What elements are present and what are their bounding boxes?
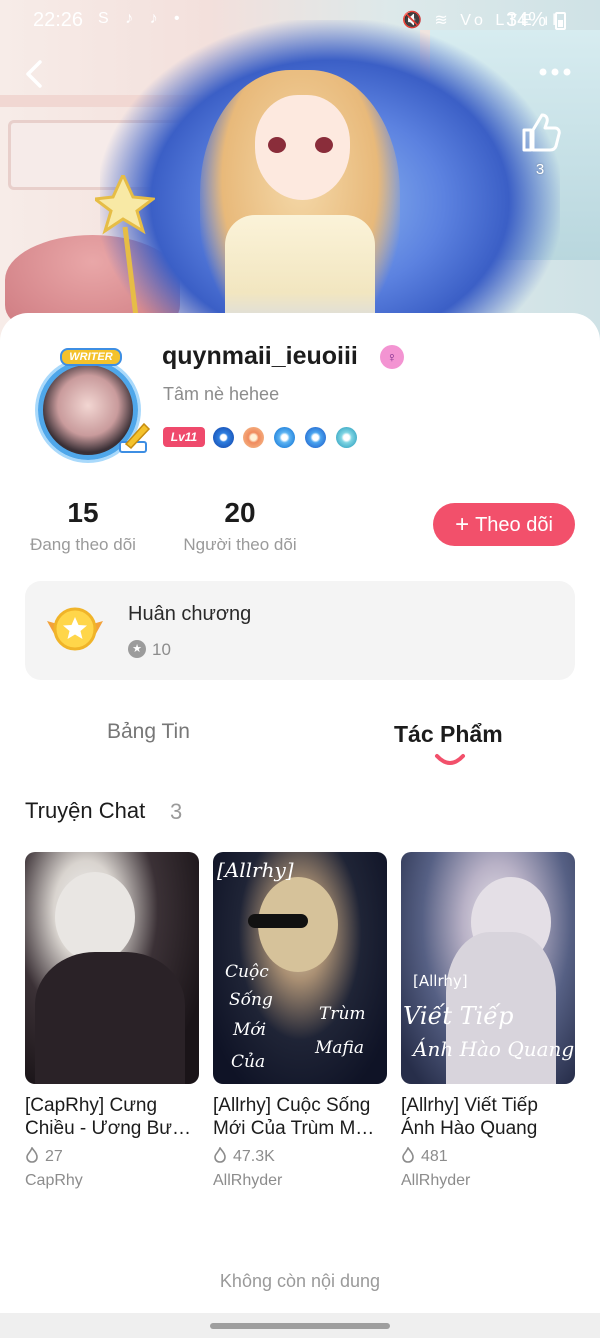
story-cover: [Allrhy] Cuộc Sống Mới Của Trùm Mafia	[213, 852, 387, 1084]
story-card[interactable]: [Allrhy] Cuộc Sống Mới Của Trùm Mafia [A…	[213, 852, 387, 1190]
following-label: Đang theo dõi	[30, 535, 136, 554]
profile-bio: Tâm nè hehee	[163, 384, 280, 404]
more-dots-icon	[539, 68, 571, 76]
gender-female-icon: ♀	[380, 345, 404, 369]
badge-icon-1[interactable]	[213, 427, 234, 448]
character-wand	[95, 175, 155, 325]
cover-line: Của	[231, 1052, 266, 1072]
follow-button[interactable]: + Theo dõi	[433, 503, 575, 546]
badge-icon-4[interactable]	[305, 427, 326, 448]
story-stats: 47.3K	[213, 1147, 387, 1166]
plus-icon: +	[455, 511, 470, 538]
follow-button-label: Theo dõi	[475, 514, 553, 536]
avatar[interactable]: WRITER	[26, 348, 154, 466]
fire-icon	[214, 1147, 226, 1163]
story-cover	[25, 852, 199, 1084]
story-author[interactable]: CapRhy	[25, 1172, 199, 1190]
fire-icon	[402, 1147, 414, 1163]
tab-feed[interactable]: Bảng Tin	[107, 720, 190, 744]
story-reads: 27	[45, 1148, 63, 1165]
cover-line: Mafia	[315, 1038, 365, 1058]
medals-count: 10	[152, 640, 171, 659]
profile-banner	[0, 0, 600, 345]
chevron-left-icon	[26, 60, 42, 88]
badge-icon-3[interactable]	[274, 427, 295, 448]
status-time: 22:26	[33, 9, 84, 31]
story-card[interactable]: [Allrhy] Viết Tiếp Ánh Hào Quang [Allrhy…	[401, 852, 575, 1190]
end-of-content-text: Không còn nội dung	[219, 1271, 381, 1291]
tab-works[interactable]: Tác Phẩm	[394, 721, 503, 748]
story-card[interactable]: [CapRhy] Cưng Chiều - Ương Bư… 27 CapRhy	[25, 852, 199, 1190]
more-options-button[interactable]	[535, 62, 575, 82]
cover-line: Trùm	[319, 1004, 366, 1024]
star-icon: ★	[128, 640, 146, 658]
writer-badge: WRITER	[60, 348, 122, 366]
story-title: [Allrhy] Cuộc Sống Mới Của Trùm M…	[213, 1095, 375, 1139]
character-eye	[315, 137, 333, 153]
username: quynmaii_ieuoiii	[162, 342, 358, 370]
story-reads: 47.3K	[233, 1148, 275, 1165]
story-author[interactable]: AllRhyder	[401, 1172, 575, 1190]
cover-tag: [Allrhy]	[413, 972, 468, 990]
story-cover: [Allrhy] Viết Tiếp Ánh Hào Quang	[401, 852, 575, 1084]
pen-icon	[119, 422, 151, 453]
notification-icons: S ♪ ♪ •	[98, 10, 186, 27]
cover-figure	[35, 952, 185, 1084]
back-button[interactable]	[20, 56, 50, 92]
like-button[interactable]: 3	[512, 110, 568, 182]
cover-line: Ánh Hào Quang	[413, 1037, 575, 1061]
level-badge[interactable]: Lv11	[163, 427, 205, 447]
story-title: [CapRhy] Cưng Chiều - Ương Bư…	[25, 1095, 192, 1139]
medals-panel[interactable]: Huân chương ★ 10	[25, 581, 575, 680]
medals-title: Huân chương	[128, 603, 252, 625]
battery-percent: 34%	[506, 9, 547, 31]
home-indicator[interactable]	[210, 1323, 390, 1329]
active-tab-indicator	[435, 754, 465, 765]
followers-stat[interactable]: 20 Người theo dõi	[176, 497, 304, 555]
thumbs-up-icon	[522, 113, 561, 152]
following-count: 15	[67, 497, 99, 528]
followers-label: Người theo dõi	[183, 535, 297, 554]
cover-line: Viết Tiếp	[403, 1002, 514, 1030]
badge-icon-2[interactable]	[243, 427, 264, 448]
following-stat[interactable]: 15 Đang theo dõi	[24, 497, 142, 555]
section-count: 3	[170, 799, 183, 824]
cover-line: Sống	[229, 990, 273, 1010]
battery-icon	[555, 12, 566, 30]
story-stats: 481	[401, 1147, 575, 1166]
story-reads: 481	[421, 1148, 448, 1165]
cover-figure	[55, 872, 135, 962]
followers-count: 20	[224, 497, 256, 528]
like-count: 3	[535, 161, 545, 178]
cover-line: Mới	[233, 1020, 267, 1040]
character-eye	[268, 137, 286, 153]
story-title: [Allrhy] Viết Tiếp Ánh Hào Quang	[401, 1095, 538, 1139]
cover-tag: [Allrhy]	[217, 858, 294, 882]
story-stats: 27	[25, 1147, 199, 1166]
medal-icon	[47, 607, 103, 651]
status-bar: 22:26 S ♪ ♪ • 🔇 ≋ Vo LTE ıl 34%	[0, 0, 600, 40]
cover-line: Cuộc	[225, 962, 269, 982]
fire-icon	[26, 1147, 38, 1163]
cover-sunglasses	[248, 914, 308, 928]
section-title: Truyện Chat	[25, 798, 146, 823]
story-author[interactable]: AllRhyder	[213, 1172, 387, 1190]
badge-icon-5[interactable]	[336, 427, 357, 448]
